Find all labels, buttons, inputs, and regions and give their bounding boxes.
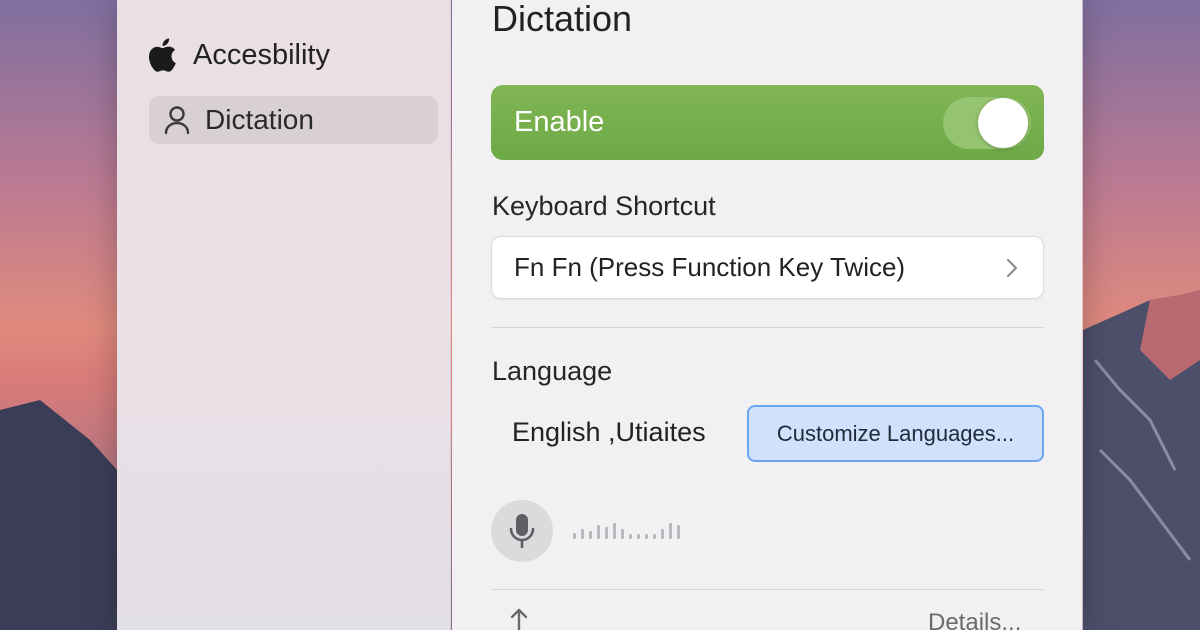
user-icon [164, 106, 190, 135]
enable-label: Enable [514, 106, 605, 138]
divider [491, 589, 1044, 590]
language-heading: Language [492, 356, 613, 386]
divider [491, 327, 1044, 328]
keyboard-shortcut-value: Fn Fn (Press Function Key Twice) [514, 252, 906, 282]
sidebar: Accesbility Dictation [117, 0, 451, 630]
settings-window: Accesbility Dictation Dictation Enable K… [117, 0, 1083, 630]
apple-logo-icon [149, 38, 176, 72]
customize-languages-button[interactable]: Customize Languages... [747, 405, 1044, 462]
microphone-button[interactable] [491, 500, 553, 562]
toggle-knob [978, 98, 1028, 148]
main-content: Dictation Enable Keyboard Shortcut Fn Fn… [452, 0, 1082, 630]
microphone-icon [509, 514, 535, 549]
enable-row: Enable [491, 85, 1044, 160]
enable-toggle[interactable] [943, 97, 1031, 149]
sidebar-item-dictation[interactable]: Dictation [149, 96, 438, 144]
keyboard-shortcut-selector[interactable]: Fn Fn (Press Function Key Twice) [491, 236, 1044, 299]
share-icon[interactable] [504, 606, 534, 630]
page-title: Dictation [492, 0, 633, 39]
language-value: English ,Utiaites [512, 417, 706, 447]
chevron-right-icon [1006, 258, 1018, 278]
audio-waveform-icon [573, 523, 680, 539]
sidebar-header: Accesbility [145, 36, 330, 74]
sidebar-item-label: Dictation [205, 104, 314, 135]
keyboard-shortcut-heading: Keyboard Shortcut [492, 191, 716, 221]
details-link[interactable]: Details... [928, 609, 1021, 630]
sidebar-header-label: Accesbility [193, 38, 330, 71]
